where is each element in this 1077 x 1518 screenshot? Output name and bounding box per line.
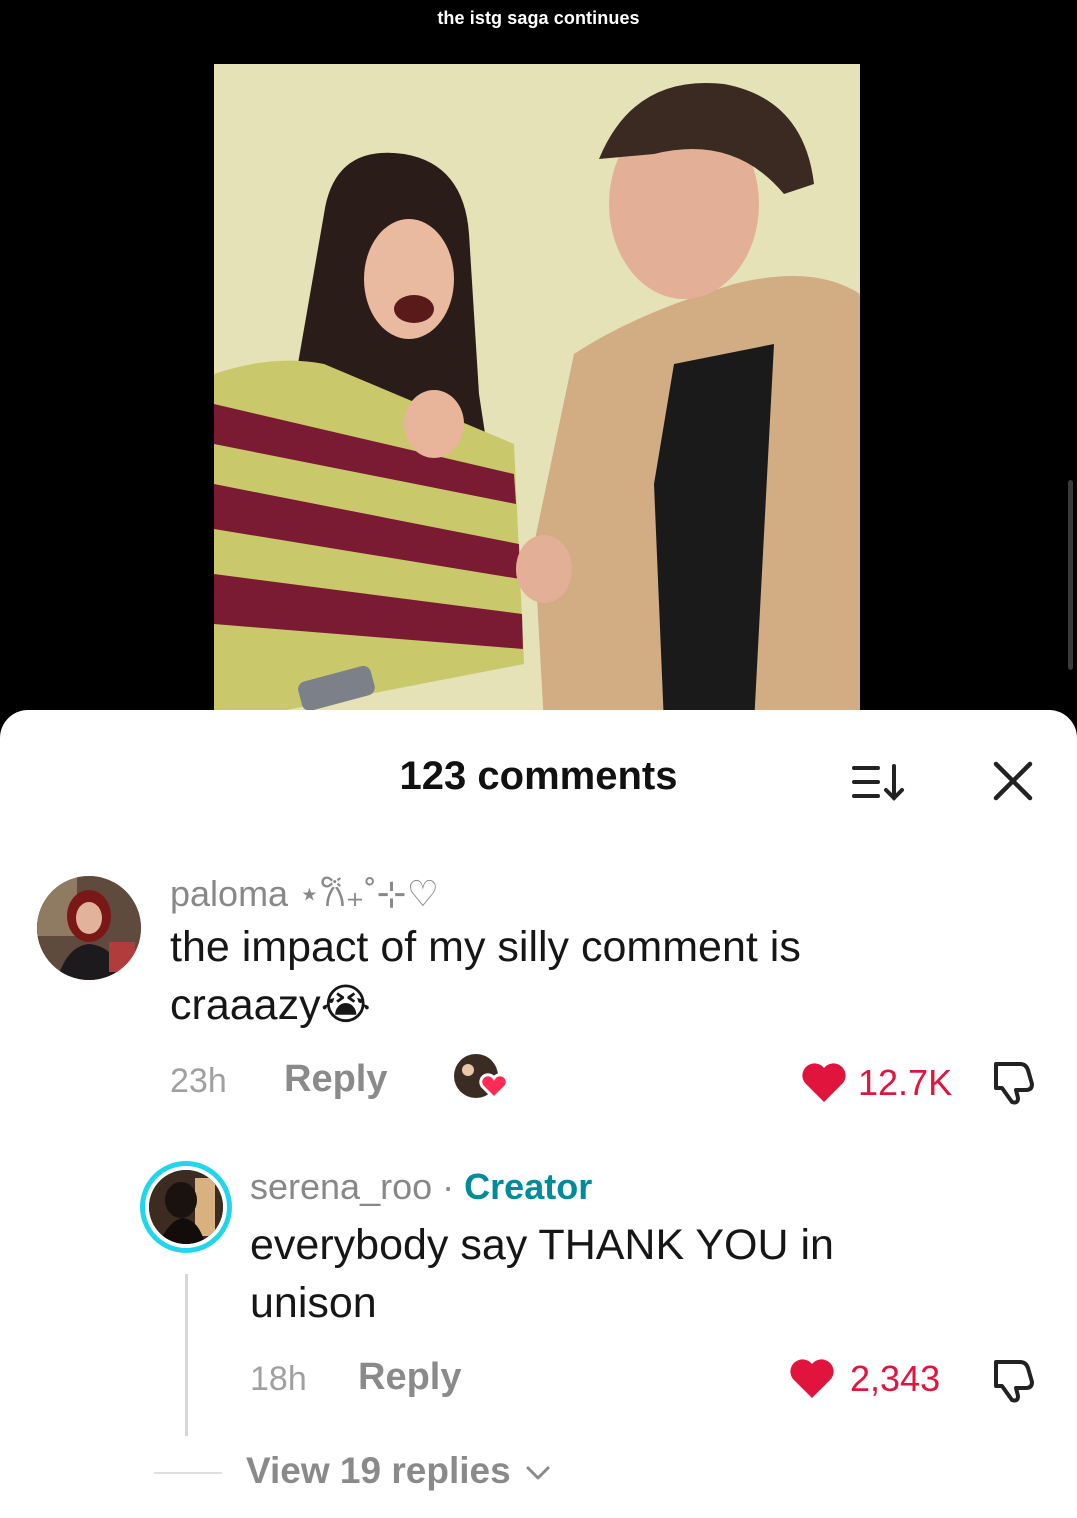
comment-time: 23h (170, 1062, 227, 1100)
reply-text-line2: unison (250, 1279, 377, 1327)
creator-avatar[interactable] (140, 1161, 232, 1253)
comments-count-title: 123 comments (399, 754, 678, 798)
avatar[interactable] (37, 876, 141, 980)
view-replies-label: View 19 replies (246, 1450, 511, 1491)
thumbs-down-icon (994, 1062, 1034, 1105)
view-replies-button[interactable]: View 19 replies (246, 1450, 551, 1492)
reply-time: 18h (250, 1360, 307, 1398)
thread-line (185, 1274, 188, 1436)
comment-text: the impact of my silly comment is (170, 923, 801, 971)
comment-username[interactable]: paloma ⋆𐙚₊˚⊹♡ (170, 868, 439, 917)
creator-liked-badge (452, 1050, 512, 1104)
reply-reply-button[interactable]: Reply (358, 1356, 461, 1399)
creator-liked-heart-icon (454, 1054, 509, 1101)
video-player[interactable]: the istg saga continues (0, 0, 1077, 740)
thumbs-down-icon (994, 1360, 1034, 1403)
comment-text-line2: craaazy😭 (170, 981, 371, 1029)
reply-username[interactable]: serena_roo (250, 1166, 432, 1207)
comments-sheet: 123 comments paloma ⋆𐙚₊˚⊹♡ the impact of… (0, 710, 1077, 1518)
like-count: 12.7K (858, 1062, 953, 1103)
creator-badge: Creator (464, 1166, 593, 1207)
dislike-button[interactable] (988, 1058, 1036, 1111)
like-heart-button[interactable] (800, 1060, 848, 1109)
scrollbar[interactable] (1068, 480, 1073, 670)
username-separator: · (442, 1166, 455, 1207)
chevron-down-icon (526, 1466, 550, 1480)
reply-like-heart-button[interactable] (788, 1356, 836, 1405)
close-icon (993, 761, 1033, 801)
reply-username-line: serena_roo · Creator (250, 1166, 592, 1208)
close-button[interactable] (988, 756, 1038, 806)
sort-down-icon (852, 764, 904, 801)
video-thumbnail-illustration (214, 64, 860, 724)
reply-text: everybody say THANK YOU in (250, 1221, 834, 1269)
video-frame[interactable] (214, 64, 860, 724)
reply-dislike-button[interactable] (988, 1356, 1036, 1409)
heart-icon (790, 1359, 834, 1398)
reply-button[interactable]: Reply (284, 1058, 387, 1101)
sort-button[interactable] (852, 760, 908, 804)
avatar-image (37, 876, 141, 980)
reply-like-count: 2,343 (850, 1358, 941, 1399)
heart-icon (802, 1063, 846, 1102)
view-replies-divider (154, 1472, 222, 1474)
video-caption: the istg saga continues (437, 8, 640, 28)
creator-avatar-image (149, 1170, 223, 1244)
